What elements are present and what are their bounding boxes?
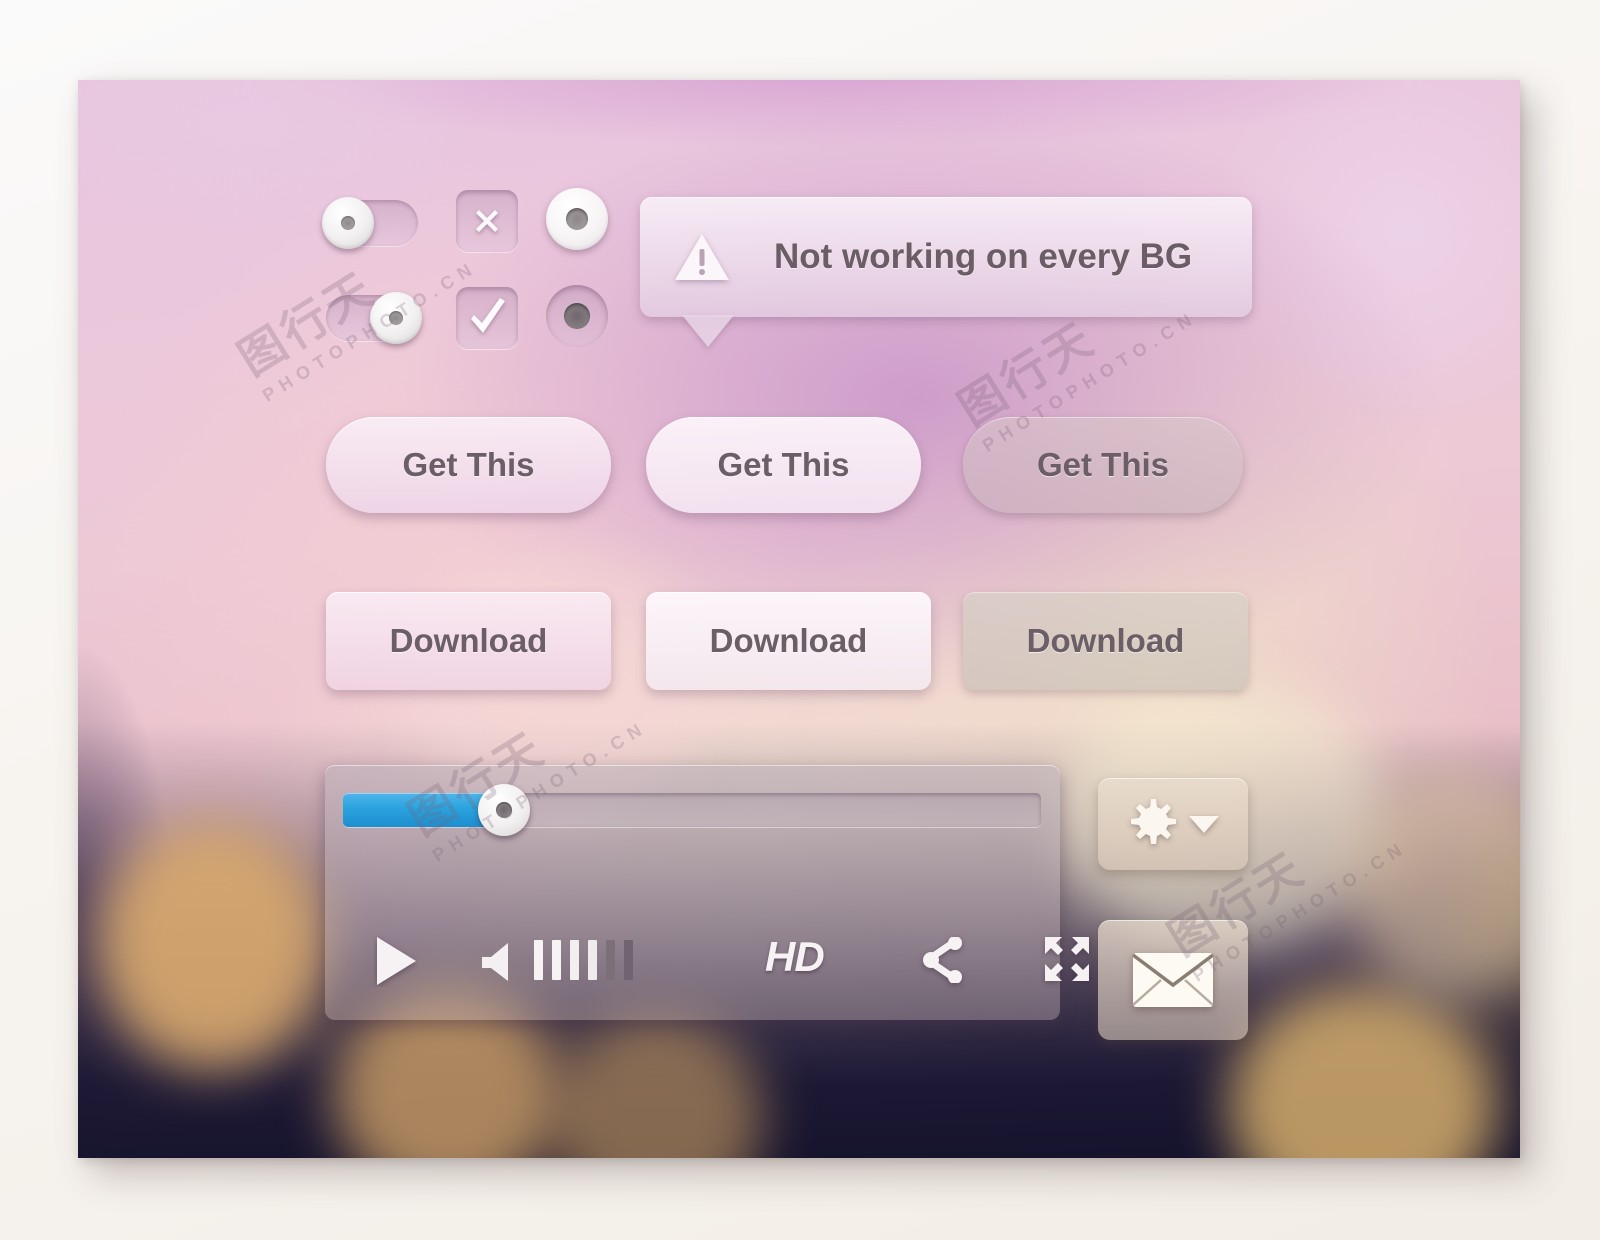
get-this-button-bright[interactable]: Get This [646,417,921,513]
fullscreen-button[interactable] [1043,935,1091,983]
radio-selected[interactable] [546,188,608,250]
settings-button[interactable] [1098,778,1248,870]
tooltip-text: Not working on every BG [774,237,1193,276]
speaker-icon [482,943,508,981]
hd-button[interactable]: HD [765,933,825,981]
volume-bar[interactable] [534,940,543,980]
warning-triangle-icon [675,234,729,280]
volume-bar[interactable] [624,940,633,980]
close-x-icon [476,210,498,232]
radio-dot [564,303,590,329]
volume-bar[interactable] [570,940,579,980]
toggle-knob[interactable] [322,197,374,249]
mail-button[interactable] [1098,920,1248,1040]
radio-dot [566,208,588,230]
tooltip-body: Not working on every BG [640,197,1252,317]
tooltip-callout: Not working on every BG [640,197,1252,347]
download-button-bright[interactable]: Download [646,592,931,690]
progress-handle[interactable] [478,784,530,836]
toggle-knob[interactable] [370,292,422,344]
get-this-button-light[interactable]: Get This [326,417,611,513]
volume-bar[interactable] [606,940,615,980]
gear-icon [1131,799,1176,844]
share-icon [923,937,962,983]
share-button[interactable] [923,937,965,983]
hd-label: HD [765,933,825,980]
play-button[interactable] [373,935,419,987]
checkbox-x[interactable] [456,190,518,252]
page-root: Not working on every BG Get This Get Thi… [0,0,1600,1240]
envelope-icon [1131,953,1215,1007]
progress-track[interactable] [343,784,1041,836]
radio-unselected[interactable] [546,285,608,347]
media-player: HD [325,765,1089,1020]
chevron-down-icon[interactable] [1187,813,1221,835]
toggle-on[interactable] [326,292,422,344]
tooltip-arrow [682,315,734,347]
volume-button[interactable] [480,940,642,981]
screenshot-card: Not working on every BG Get This Get Thi… [78,80,1520,1158]
checkmark-icon [471,298,505,333]
volume-bar[interactable] [588,940,597,980]
get-this-button-muted[interactable]: Get This [963,417,1243,513]
toggle-off[interactable] [322,197,418,249]
download-button-muted[interactable]: Download [963,592,1248,690]
fullscreen-icon [1045,937,1089,981]
play-icon [377,937,416,985]
checkbox-check[interactable] [456,287,518,349]
download-button-light[interactable]: Download [326,592,611,690]
volume-bar[interactable] [552,940,561,980]
bokeh-circle [98,820,328,1070]
